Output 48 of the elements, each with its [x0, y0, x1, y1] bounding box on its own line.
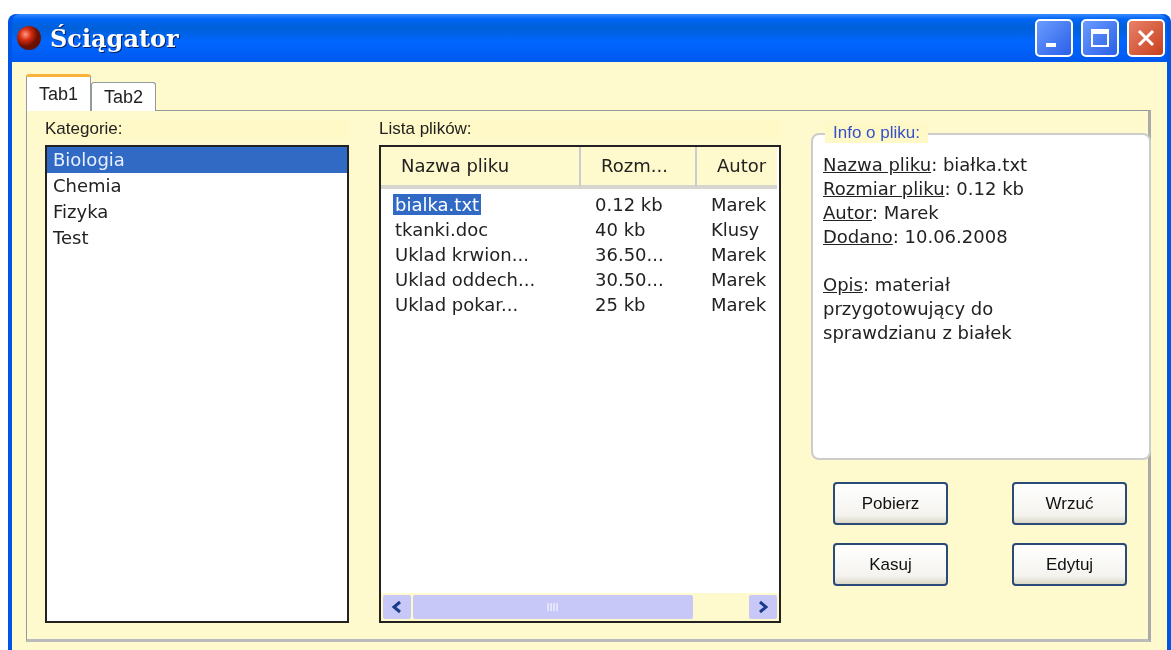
file-cell[interactable]: Uklad krwion... [393, 244, 531, 265]
info-line: Dodano: 10.06.2008 [823, 225, 1009, 249]
window-title: Ściągator [50, 23, 180, 53]
tab[interactable]: Tab2 [91, 82, 157, 111]
file-cell-text: 40 kb [594, 219, 647, 240]
file-info-title: Info o pliku: [825, 123, 928, 143]
app-ball-icon [16, 25, 42, 51]
scroll-thumb[interactable] [413, 595, 693, 619]
file-cell-text: Klusy [710, 219, 761, 240]
description-text: Opis: materiał przygotowujący do sprawdzianu z białek [823, 273, 1013, 345]
file-cell[interactable]: Uklad pokar... [393, 294, 521, 315]
action-button[interactable]: Pobierz [833, 482, 948, 525]
info-line: Autor: Marek [823, 201, 940, 225]
file-cell-text: Marek [710, 244, 768, 265]
file-cell-text: 30.50... [594, 269, 665, 290]
file-cell[interactable]: Uklad oddech... [393, 269, 538, 290]
file-cell-text: 0.12 kb [594, 194, 664, 215]
categories-label: Kategorie: [45, 119, 349, 139]
category-item[interactable]: Test [47, 225, 347, 251]
action-button[interactable]: Wrzuć [1012, 482, 1127, 525]
minimize-button[interactable] [1035, 19, 1073, 57]
column-header[interactable]: Autor [697, 147, 777, 189]
file-cell-text: 25 kb [594, 294, 647, 315]
info-line: Rozmiar pliku: 0.12 kb [823, 177, 1025, 201]
scroll-right-icon[interactable] [749, 595, 777, 619]
files-label: Lista plików: [379, 119, 781, 139]
file-cell-text: 36.50... [594, 244, 665, 265]
info-line: Nazwa pliku: białka.txt [823, 153, 1029, 177]
close-button[interactable] [1127, 19, 1165, 57]
scroll-left-icon[interactable] [383, 595, 411, 619]
minimize-icon [1046, 43, 1056, 47]
tab[interactable]: Tab1 [26, 74, 92, 111]
maximize-icon [1089, 27, 1111, 49]
maximize-button[interactable] [1081, 19, 1119, 57]
category-item[interactable]: Fizyka [47, 199, 347, 225]
file-cell-text: Marek [710, 269, 768, 290]
close-icon [1135, 27, 1157, 49]
file-cell[interactable]: bialka.txt [393, 194, 482, 215]
horizontal-scrollbar[interactable] [381, 593, 779, 621]
action-button[interactable]: Edytuj [1012, 543, 1127, 586]
column-header[interactable]: Nazwa pliku [381, 147, 581, 189]
action-button[interactable]: Kasuj [833, 543, 948, 586]
column-header[interactable]: Rozm... [581, 147, 697, 189]
category-item[interactable]: Chemia [47, 173, 347, 199]
file-cell[interactable]: tkanki.doc [393, 219, 491, 240]
category-item[interactable]: Biologia [47, 147, 347, 173]
file-cell-text: Marek [710, 294, 768, 315]
file-cell-text: Marek [710, 194, 768, 215]
